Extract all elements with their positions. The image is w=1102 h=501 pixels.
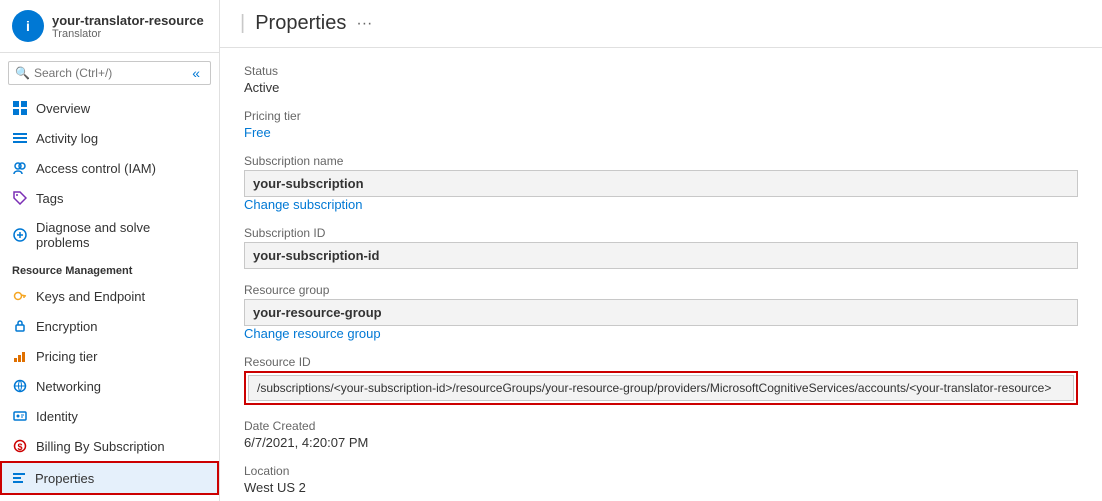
main-content: | Properties ··· Status Active Pricing t… — [220, 0, 1102, 501]
sidebar-item-identity-label: Identity — [36, 409, 78, 424]
sidebar-item-diagnose[interactable]: Diagnose and solve problems — [0, 213, 219, 257]
svg-text:$: $ — [18, 442, 23, 452]
identity-icon — [12, 408, 28, 424]
networking-icon — [12, 378, 28, 394]
sidebar-item-access-control-label: Access control (IAM) — [36, 161, 156, 176]
sidebar-item-encryption-label: Encryption — [36, 319, 97, 334]
sidebar-header-text: your-translator-resource Translator — [52, 13, 204, 40]
sidebar-item-activity-log[interactable]: Activity log — [0, 123, 219, 153]
sidebar-item-tags-label: Tags — [36, 191, 63, 206]
location-value: West US 2 — [244, 480, 1078, 495]
tags-icon — [12, 190, 28, 206]
subscription-name-field: Subscription name your-subscription Chan… — [244, 154, 1078, 212]
more-icon[interactable]: ··· — [356, 15, 372, 33]
subscription-name-input: your-subscription — [244, 170, 1078, 197]
status-label: Status — [244, 64, 1078, 78]
pricing-icon — [12, 348, 28, 364]
subscription-id-input: your-subscription-id — [244, 242, 1078, 269]
resource-id-box: /subscriptions/<your-subscription-id>/re… — [244, 371, 1078, 405]
change-subscription-link[interactable]: Change subscription — [244, 197, 363, 212]
date-created-field: Date Created 6/7/2021, 4:20:07 PM — [244, 419, 1078, 450]
subscription-name-label: Subscription name — [244, 154, 1078, 168]
resource-id-label: Resource ID — [244, 355, 1078, 369]
resource-management-section-label: Resource Management — [0, 257, 219, 281]
search-box[interactable]: 🔍 « — [8, 61, 211, 85]
resource-name: your-translator-resource — [52, 13, 204, 28]
sidebar-item-identity[interactable]: Identity — [0, 401, 219, 431]
pricing-tier-field: Pricing tier Free — [244, 109, 1078, 140]
date-created-value: 6/7/2021, 4:20:07 PM — [244, 435, 1078, 450]
search-input[interactable] — [34, 66, 184, 80]
sidebar-item-overview-label: Overview — [36, 101, 90, 116]
collapse-button[interactable]: « — [188, 65, 204, 81]
date-created-label: Date Created — [244, 419, 1078, 433]
resource-group-field: Resource group your-resource-group Chang… — [244, 283, 1078, 341]
sidebar-item-locks[interactable]: Locks — [0, 495, 219, 501]
properties-icon — [11, 470, 27, 486]
sidebar-item-networking-label: Networking — [36, 379, 101, 394]
sidebar-item-pricing-label: Pricing tier — [36, 349, 97, 364]
location-field: Location West US 2 — [244, 464, 1078, 495]
sidebar-item-keys-label: Keys and Endpoint — [36, 289, 145, 304]
resource-id-field: Resource ID /subscriptions/<your-subscri… — [244, 355, 1078, 405]
sidebar-item-encryption[interactable]: Encryption — [0, 311, 219, 341]
subscription-id-label: Subscription ID — [244, 226, 1078, 240]
search-icon: 🔍 — [15, 66, 30, 80]
sidebar-header: i your-translator-resource Translator — [0, 0, 219, 53]
sidebar-item-pricing-tier[interactable]: Pricing tier — [0, 341, 219, 371]
sidebar-item-access-control[interactable]: Access control (IAM) — [0, 153, 219, 183]
sidebar-item-properties-label: Properties — [35, 471, 94, 486]
status-field: Status Active — [244, 64, 1078, 95]
sidebar: i your-translator-resource Translator 🔍 … — [0, 0, 220, 501]
sidebar-item-diagnose-label: Diagnose and solve problems — [36, 220, 207, 250]
content-area: Status Active Pricing tier Free Subscrip… — [220, 48, 1102, 501]
resource-group-label: Resource group — [244, 283, 1078, 297]
change-resource-group-link[interactable]: Change resource group — [244, 326, 381, 341]
status-value: Active — [244, 80, 1078, 95]
pricing-tier-label: Pricing tier — [244, 109, 1078, 123]
sidebar-item-billing-label: Billing By Subscription — [36, 439, 165, 454]
encryption-icon — [12, 318, 28, 334]
title-separator: | — [240, 12, 245, 35]
translator-icon: i — [12, 10, 44, 42]
location-label: Location — [244, 464, 1078, 478]
page-title: Properties — [255, 12, 346, 35]
sidebar-item-tags[interactable]: Tags — [0, 183, 219, 213]
sidebar-item-billing[interactable]: $ Billing By Subscription — [0, 431, 219, 461]
sidebar-item-networking[interactable]: Networking — [0, 371, 219, 401]
pricing-tier-value: Free — [244, 125, 1078, 140]
activity-log-icon — [12, 130, 28, 146]
sidebar-item-properties[interactable]: Properties — [0, 461, 219, 495]
sidebar-item-keys-endpoint[interactable]: Keys and Endpoint — [0, 281, 219, 311]
subscription-id-field: Subscription ID your-subscription-id — [244, 226, 1078, 269]
top-bar: | Properties ··· — [220, 0, 1102, 48]
sidebar-item-overview[interactable]: Overview — [0, 93, 219, 123]
overview-icon — [12, 100, 28, 116]
resource-id-value: /subscriptions/<your-subscription-id>/re… — [248, 375, 1074, 401]
sidebar-item-activity-log-label: Activity log — [36, 131, 98, 146]
keys-icon — [12, 288, 28, 304]
resource-group-input: your-resource-group — [244, 299, 1078, 326]
resource-type: Translator — [52, 28, 204, 40]
billing-icon: $ — [12, 438, 28, 454]
access-control-icon — [12, 160, 28, 176]
diagnose-icon — [12, 227, 28, 243]
